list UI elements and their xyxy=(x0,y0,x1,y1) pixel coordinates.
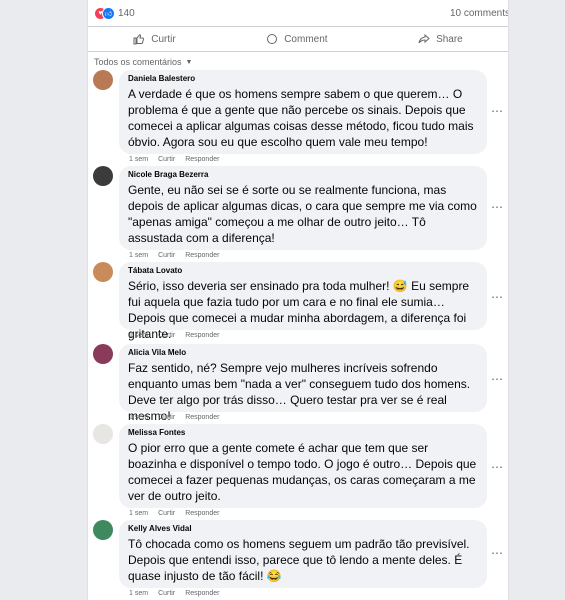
reaction-icons: ♥ 👍︎ xyxy=(94,7,115,20)
like-label: Curtir xyxy=(151,33,176,45)
like-button[interactable]: Curtir xyxy=(133,33,176,45)
avatar-image xyxy=(93,520,113,540)
comment-time[interactable]: 1 sem xyxy=(129,332,148,339)
comment-like-link[interactable]: Curtir xyxy=(158,332,175,339)
comment-reply-link[interactable]: Responder xyxy=(185,252,219,259)
comment-meta: 1 sem Curtir Responder xyxy=(129,590,219,597)
post-stats: ♥ 👍︎ 140 10 comments xyxy=(88,0,508,26)
comment-time[interactable]: 1 sem xyxy=(129,590,148,597)
comment-reply-link[interactable]: Responder xyxy=(185,414,219,421)
comment-meta: 1 sem Curtir Responder xyxy=(129,252,219,259)
comment-time[interactable]: 1 sem xyxy=(129,510,148,517)
comment-time[interactable]: 1 sem xyxy=(129,252,148,259)
ellipsis-icon[interactable]: ⋯ xyxy=(491,290,503,304)
avatar[interactable] xyxy=(93,166,113,186)
post-actions: Curtir Comment Share xyxy=(88,26,508,52)
ellipsis-icon[interactable]: ⋯ xyxy=(491,372,503,386)
comment-meta: 1 sem Curtir Responder xyxy=(129,332,219,339)
ellipsis-icon[interactable]: ⋯ xyxy=(491,460,503,474)
comment-like-link[interactable]: Curtir xyxy=(158,252,175,259)
comment-meta: 1 sem Curtir Responder xyxy=(129,510,219,517)
avatar[interactable] xyxy=(93,344,113,364)
reaction-summary[interactable]: ♥ 👍︎ 140 xyxy=(94,7,135,20)
thumbs-up-icon: 👍︎ xyxy=(102,7,115,20)
speech-bubble-icon xyxy=(267,34,278,44)
comment-author[interactable]: Tábata Lovato xyxy=(128,266,478,276)
comment-text: Gente, eu não sei se é sorte ou se realm… xyxy=(128,183,477,245)
avatar-image xyxy=(93,262,113,282)
comment-item: Nicole Braga Bezerra Gente, eu não sei s… xyxy=(93,166,503,259)
sort-label: Todos os comentários xyxy=(94,57,182,67)
avatar[interactable] xyxy=(93,520,113,540)
comment-reply-link[interactable]: Responder xyxy=(185,156,219,163)
comment-author[interactable]: Nicole Braga Bezerra xyxy=(128,170,478,180)
comment-item: Daniela Balestero A verdade é que os hom… xyxy=(93,70,503,163)
comment-like-link[interactable]: Curtir xyxy=(158,156,175,163)
comment-bubble: Tábata Lovato Sério, isso deveria ser en… xyxy=(119,262,487,341)
comment-author[interactable]: Kelly Alves Vidal xyxy=(128,524,478,534)
chevron-down-icon: ▼ xyxy=(185,58,193,66)
share-arrow-icon xyxy=(418,33,430,44)
comment-text: A verdade é que os homens sempre sabem o… xyxy=(128,87,474,149)
comment-bubble: Nicole Braga Bezerra Gente, eu não sei s… xyxy=(119,166,487,250)
comment-button[interactable]: Comment xyxy=(266,33,328,45)
comment-text: O pior erro que a gente comete é achar q… xyxy=(128,441,477,503)
comment-bubble: Alicia Vila Melo Faz sentido, né? Sempre… xyxy=(119,344,487,423)
comment-meta: 1 sem Curtir Responder xyxy=(129,414,219,421)
comments-count[interactable]: 10 comments xyxy=(450,8,508,19)
comment-label: Comment xyxy=(284,33,328,45)
comment-sort-dropdown[interactable]: Todos os comentários ▼ xyxy=(88,54,508,70)
comment-bubble: Kelly Alves Vidal Tô chocada como os hom… xyxy=(119,520,487,588)
avatar-image xyxy=(93,70,113,90)
comment-time[interactable]: 1 sem xyxy=(129,414,148,421)
avatar-image xyxy=(93,344,113,364)
comment-like-link[interactable]: Curtir xyxy=(158,414,175,421)
avatar[interactable] xyxy=(93,262,113,282)
avatar-image xyxy=(93,424,113,444)
comment-reply-link[interactable]: Responder xyxy=(185,590,219,597)
comment-like-link[interactable]: Curtir xyxy=(158,510,175,517)
share-label: Share xyxy=(436,33,463,45)
avatar[interactable] xyxy=(93,424,113,444)
comment-reply-link[interactable]: Responder xyxy=(185,332,219,339)
comment-item: Kelly Alves Vidal Tô chocada como os hom… xyxy=(93,520,503,600)
post-card: ♥ 👍︎ 140 10 comments Curtir Comment Shar… xyxy=(87,0,509,600)
ellipsis-icon[interactable]: ⋯ xyxy=(491,546,503,560)
ellipsis-icon[interactable]: ⋯ xyxy=(491,200,503,214)
thumbs-up-icon xyxy=(133,34,145,45)
comment-item: Alicia Vila Melo Faz sentido, né? Sempre… xyxy=(93,344,503,423)
comment-meta: 1 sem Curtir Responder xyxy=(129,156,219,163)
avatar[interactable] xyxy=(93,70,113,90)
comment-bubble: Daniela Balestero A verdade é que os hom… xyxy=(119,70,487,154)
ellipsis-icon[interactable]: ⋯ xyxy=(491,104,503,118)
comment-text: Tô chocada como os homens seguem um padr… xyxy=(128,537,470,583)
comment-like-link[interactable]: Curtir xyxy=(158,590,175,597)
comment-item: Tábata Lovato Sério, isso deveria ser en… xyxy=(93,262,503,341)
comment-time[interactable]: 1 sem xyxy=(129,156,148,163)
comment-author[interactable]: Daniela Balestero xyxy=(128,74,478,84)
comment-author[interactable]: Melissa Fontes xyxy=(128,428,478,438)
comment-bubble: Melissa Fontes O pior erro que a gente c… xyxy=(119,424,487,508)
reaction-count: 140 xyxy=(118,7,135,19)
avatar-image xyxy=(93,166,113,186)
comment-author[interactable]: Alicia Vila Melo xyxy=(128,348,478,358)
comment-reply-link[interactable]: Responder xyxy=(185,510,219,517)
comment-item: Melissa Fontes O pior erro que a gente c… xyxy=(93,424,503,517)
share-button[interactable]: Share xyxy=(418,33,463,45)
